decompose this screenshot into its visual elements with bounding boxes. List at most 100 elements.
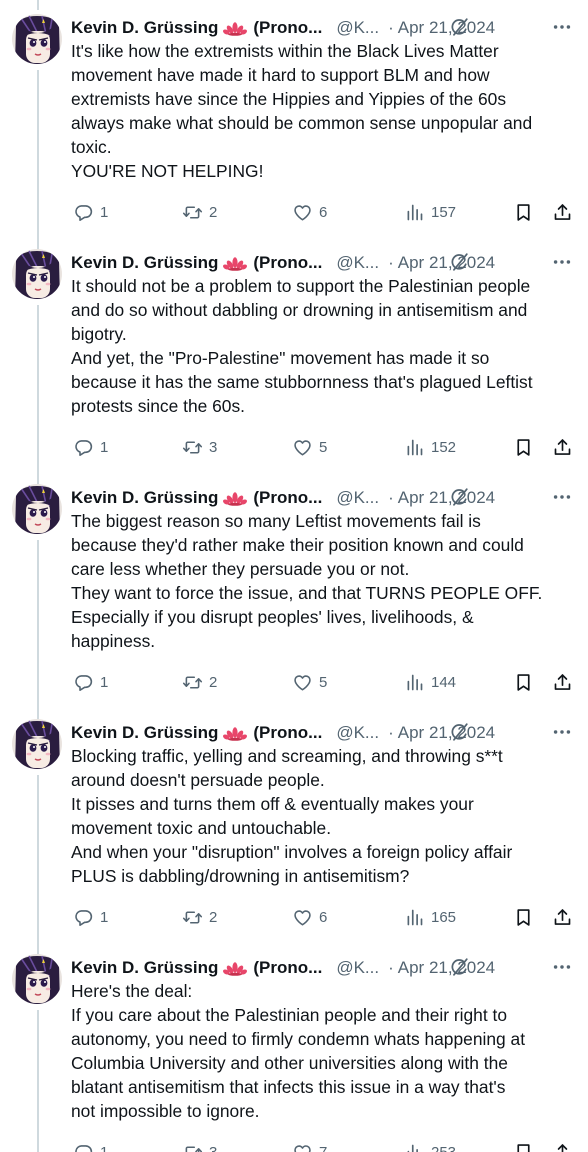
- grok-icon[interactable]: [448, 956, 470, 978]
- bookmark-button[interactable]: [513, 671, 534, 693]
- tweet[interactable]: Kevin D. Grüssing (Prono... @K... · Apr 21, …: [0, 940, 588, 1152]
- tweet-date[interactable]: Apr 21, 2024: [398, 723, 495, 743]
- reply-icon: [73, 202, 94, 223]
- share-button[interactable]: [552, 436, 573, 458]
- tweet-actions: 1 2 6 157: [71, 201, 581, 223]
- tweet-text-line: protests since the 60s.: [71, 396, 245, 416]
- tweet-actions: 1 3 5 152: [71, 436, 581, 458]
- author-handle[interactable]: @K...: [336, 253, 379, 273]
- reply-count: 1: [100, 203, 109, 221]
- avatar[interactable]: [12, 954, 62, 1004]
- separator-dot: ·: [388, 488, 394, 507]
- tweet[interactable]: Kevin D. Grüssing (Prono... @K... · Apr 21, …: [0, 470, 588, 719]
- reply-button[interactable]: 1: [73, 671, 108, 693]
- bookmark-icon: [513, 437, 534, 458]
- author-name[interactable]: Kevin D. Grüssing (Prono...: [71, 723, 322, 743]
- retweet-count: 3: [209, 1143, 218, 1152]
- author-name[interactable]: Kevin D. Grüssing (Prono...: [71, 958, 322, 978]
- author-handle[interactable]: @K...: [336, 488, 379, 508]
- tweet[interactable]: Kevin D. Grüssing (Prono... @K... · Apr 21, …: [0, 235, 588, 484]
- heart-icon: [292, 202, 313, 223]
- like-button[interactable]: 7: [292, 1141, 327, 1152]
- views-button[interactable]: 253: [404, 1141, 456, 1152]
- tweet-date[interactable]: Apr 21, 2024: [398, 253, 495, 273]
- retweet-button[interactable]: 3: [182, 436, 217, 458]
- reply-button[interactable]: 1: [73, 436, 108, 458]
- like-button[interactable]: 6: [292, 201, 327, 223]
- separator-dot: ·: [388, 958, 394, 977]
- bookmark-icon: [513, 672, 534, 693]
- retweet-icon: [182, 907, 203, 928]
- avatar[interactable]: [12, 249, 62, 299]
- share-button[interactable]: [552, 671, 573, 693]
- author-name[interactable]: Kevin D. Grüssing (Prono...: [71, 253, 322, 273]
- tweet-text-line: because they'd rather make their positio…: [71, 535, 524, 555]
- views-button[interactable]: 165: [404, 906, 456, 928]
- views-button[interactable]: 144: [404, 671, 456, 693]
- retweet-button[interactable]: 3: [182, 1141, 217, 1152]
- author-name[interactable]: Kevin D. Grüssing (Prono...: [71, 488, 322, 508]
- lotus-emoji-icon: [223, 256, 248, 271]
- retweet-button[interactable]: 2: [182, 201, 217, 223]
- retweet-button[interactable]: 2: [182, 906, 217, 928]
- tweet-date[interactable]: Apr 21, 2024: [398, 488, 495, 508]
- more-dots-icon[interactable]: [551, 721, 573, 743]
- author-handle[interactable]: @K...: [336, 18, 379, 38]
- heart-icon: [292, 907, 313, 928]
- share-icon: [552, 1142, 573, 1152]
- tweet-header: Kevin D. Grüssing (Prono... @K... · Apr 21, …: [71, 251, 582, 275]
- tweet-text: The biggest reason so many Leftist movem…: [71, 509, 571, 653]
- reply-button[interactable]: 1: [73, 1141, 108, 1152]
- reply-icon: [73, 672, 94, 693]
- retweet-button[interactable]: 2: [182, 671, 217, 693]
- retweet-icon: [182, 202, 203, 223]
- views-button[interactable]: 152: [404, 436, 456, 458]
- author-name-suffix: (Prono...: [253, 18, 323, 37]
- share-button[interactable]: [552, 906, 573, 928]
- author-name-suffix: (Prono...: [253, 488, 323, 507]
- thread-connector: [37, 235, 39, 245]
- like-button[interactable]: 5: [292, 671, 327, 693]
- bookmark-button[interactable]: [513, 436, 534, 458]
- grok-icon[interactable]: [448, 486, 470, 508]
- more-dots-icon[interactable]: [551, 251, 573, 273]
- views-count: 165: [431, 908, 457, 926]
- tweet-date[interactable]: Apr 21, 2024: [398, 958, 495, 978]
- views-button[interactable]: 157: [404, 201, 456, 223]
- avatar[interactable]: [12, 14, 62, 64]
- tweet-header: Kevin D. Grüssing (Prono... @K... · Apr 21, …: [71, 721, 582, 745]
- reply-button[interactable]: 1: [73, 906, 108, 928]
- author-name-suffix: (Prono...: [253, 253, 323, 272]
- avatar[interactable]: [12, 484, 62, 534]
- tweet-text-line: If you care about the Palestinian people…: [71, 1005, 508, 1025]
- author-handle[interactable]: @K...: [336, 958, 379, 978]
- retweet-count: 2: [209, 673, 218, 691]
- tweet[interactable]: Kevin D. Grüssing (Prono... @K... · Apr 21, …: [0, 0, 588, 249]
- grok-icon[interactable]: [448, 721, 470, 743]
- more-dots-icon[interactable]: [551, 486, 573, 508]
- like-button[interactable]: 5: [292, 436, 327, 458]
- reply-count: 1: [100, 673, 109, 691]
- avatar[interactable]: [12, 719, 62, 769]
- author-name-suffix: (Prono...: [253, 723, 323, 742]
- tweet-text: It should not be a problem to support th…: [71, 274, 571, 418]
- grok-icon[interactable]: [448, 16, 470, 38]
- tweet[interactable]: Kevin D. Grüssing (Prono... @K... · Apr 21, …: [0, 705, 588, 954]
- share-button[interactable]: [552, 201, 573, 223]
- author-name[interactable]: Kevin D. Grüssing (Prono...: [71, 18, 322, 38]
- share-button[interactable]: [552, 1141, 573, 1152]
- reply-button[interactable]: 1: [73, 201, 108, 223]
- tweet-text-line: Here's the deal:: [71, 981, 193, 1001]
- more-dots-icon[interactable]: [551, 16, 573, 38]
- more-dots-icon[interactable]: [551, 956, 573, 978]
- author-name-text: Kevin D. Grüssing: [71, 253, 219, 272]
- like-button[interactable]: 6: [292, 906, 327, 928]
- tweet-date[interactable]: Apr 21, 2024: [398, 18, 495, 38]
- grok-icon[interactable]: [448, 251, 470, 273]
- tweet-text-line: Especially if you disrupt peoples' lives…: [71, 607, 474, 627]
- author-name-text: Kevin D. Grüssing: [71, 18, 219, 37]
- bookmark-button[interactable]: [513, 201, 534, 223]
- bookmark-button[interactable]: [513, 1141, 534, 1152]
- bookmark-button[interactable]: [513, 906, 534, 928]
- author-handle[interactable]: @K...: [336, 723, 379, 743]
